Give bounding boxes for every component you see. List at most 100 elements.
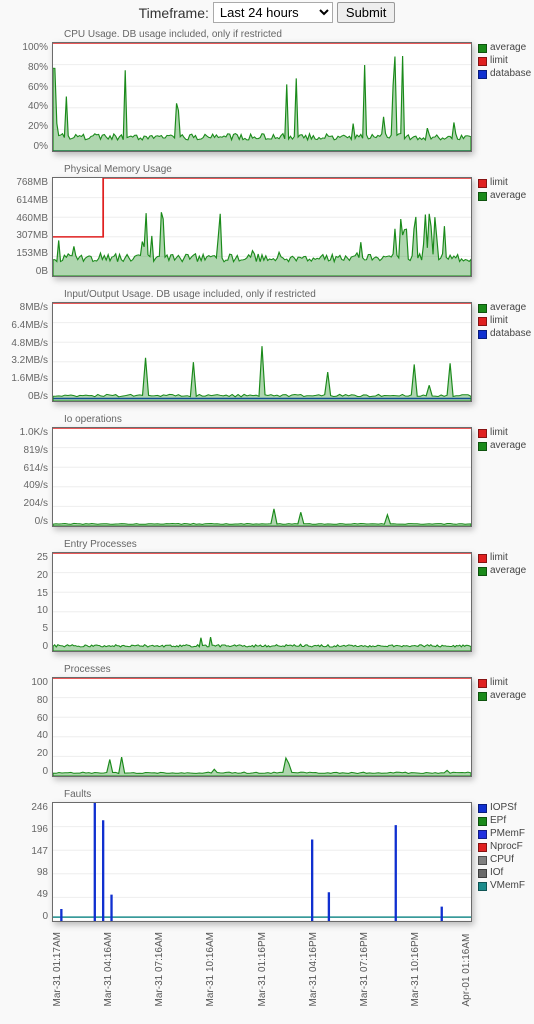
legend-item: average <box>478 302 530 314</box>
legend-item: average <box>478 690 530 702</box>
legend: limitaverage <box>472 427 530 527</box>
legend-label: average <box>490 690 526 702</box>
legend-item: IOPSf <box>478 802 530 814</box>
legend-item: database <box>478 328 530 340</box>
legend-label: average <box>490 440 526 452</box>
legend-label: limit <box>490 552 508 564</box>
legend-item: limit <box>478 552 530 564</box>
y-axis: 768MB614MB460MB307MB153MB0B <box>4 177 52 277</box>
y-tick: 6.4MB/s <box>11 320 48 331</box>
x-tick: Apr-01 01:16AM <box>461 932 472 1006</box>
y-tick: 307MB <box>16 230 48 241</box>
y-tick: 0 <box>42 911 48 922</box>
legend-item: PMemF <box>478 828 530 840</box>
y-tick: 153MB <box>16 248 48 259</box>
x-tick: Mar-31 10:16AM <box>205 932 216 1006</box>
legend-swatch <box>478 692 487 701</box>
chart-ep: Entry Processes2520151050limitaverage <box>4 537 530 652</box>
y-axis: 2520151050 <box>4 552 52 652</box>
legend: limitaverage <box>472 177 530 277</box>
legend-label: limit <box>490 677 508 689</box>
legend-swatch <box>478 567 487 576</box>
timeframe-toolbar: Timeframe: Last 24 hours Submit <box>0 0 534 27</box>
plot-area <box>52 42 472 152</box>
legend-label: IOPSf <box>490 802 517 814</box>
x-tick: Mar-31 01:17AM <box>52 932 63 1006</box>
y-tick: 8MB/s <box>20 302 48 313</box>
x-tick: Mar-31 04:16PM <box>308 932 319 1006</box>
y-tick: 0 <box>42 641 48 652</box>
chart-title: Processes <box>4 662 530 677</box>
chart-title: Input/Output Usage. DB usage included, o… <box>4 287 530 302</box>
legend-item: IOf <box>478 867 530 879</box>
y-tick: 25 <box>37 552 48 563</box>
y-tick: 0/s <box>35 516 48 527</box>
y-axis: 100806040200 <box>4 677 52 777</box>
y-tick: 49 <box>37 889 48 900</box>
y-tick: 1.6MB/s <box>11 373 48 384</box>
legend: limitaverage <box>472 552 530 652</box>
legend-label: CPUf <box>490 854 514 866</box>
chart-cpu: CPU Usage. DB usage included, only if re… <box>4 27 530 152</box>
legend-swatch <box>478 330 487 339</box>
legend-item: average <box>478 190 530 202</box>
legend-label: limit <box>490 315 508 327</box>
legend-label: limit <box>490 177 508 189</box>
y-tick: 0B/s <box>28 391 48 402</box>
y-axis: 1.0K/s819/s614/s409/s204/s0/s <box>4 427 52 527</box>
legend-swatch <box>478 304 487 313</box>
legend-label: average <box>490 565 526 577</box>
timeframe-select[interactable]: Last 24 hours <box>213 2 333 23</box>
plot-area <box>52 302 472 402</box>
y-tick: 60 <box>37 713 48 724</box>
legend-swatch <box>478 817 487 826</box>
legend-swatch <box>478 804 487 813</box>
y-tick: 20% <box>28 121 48 132</box>
legend-item: average <box>478 565 530 577</box>
y-tick: 204/s <box>24 498 48 509</box>
y-tick: 1.0K/s <box>20 427 48 438</box>
chart-iops: Io operations1.0K/s819/s614/s409/s204/s0… <box>4 412 530 527</box>
y-tick: 100% <box>22 42 48 53</box>
y-tick: 147 <box>31 846 48 857</box>
chart-pmem: Physical Memory Usage768MB614MB460MB307M… <box>4 162 530 277</box>
submit-button[interactable]: Submit <box>337 2 395 23</box>
y-tick: 40% <box>28 101 48 112</box>
y-tick: 3.2MB/s <box>11 355 48 366</box>
legend-label: limit <box>490 55 508 67</box>
legend-item: limit <box>478 315 530 327</box>
legend-label: IOf <box>490 867 503 879</box>
legend-swatch <box>478 70 487 79</box>
chart-title: CPU Usage. DB usage included, only if re… <box>4 27 530 42</box>
legend-item: limit <box>478 677 530 689</box>
legend-swatch <box>478 317 487 326</box>
x-tick: Mar-31 07:16PM <box>359 932 370 1006</box>
legend: averagelimitdatabase <box>472 302 530 402</box>
y-tick: 460MB <box>16 213 48 224</box>
legend-item: CPUf <box>478 854 530 866</box>
legend-label: average <box>490 190 526 202</box>
legend: IOPSfEPfPMemFNprocFCPUfIOfVMemF <box>472 802 530 922</box>
legend-swatch <box>478 843 487 852</box>
y-tick: 614MB <box>16 195 48 206</box>
chart-io: Input/Output Usage. DB usage included, o… <box>4 287 530 402</box>
y-tick: 5 <box>42 623 48 634</box>
y-tick: 0B <box>36 266 48 277</box>
charts-container: CPU Usage. DB usage included, only if re… <box>0 27 534 1010</box>
y-axis: 8MB/s 6.4MB/s 4.8MB/s 3.2MB/s 1.6MB/s 0B/s <box>4 302 52 402</box>
legend-swatch <box>478 869 487 878</box>
legend-item: limit <box>478 427 530 439</box>
chart-title: Physical Memory Usage <box>4 162 530 177</box>
plot-area <box>52 802 472 922</box>
plot-area <box>52 427 472 527</box>
plot-area <box>52 677 472 777</box>
x-tick: Mar-31 04:16AM <box>103 932 114 1006</box>
y-tick: 100 <box>31 677 48 688</box>
y-tick: 15 <box>37 588 48 599</box>
chart-proc: Processes100806040200 limitaverage <box>4 662 530 777</box>
y-tick: 409/s <box>24 480 48 491</box>
legend-item: EPf <box>478 815 530 827</box>
legend-label: average <box>490 42 526 54</box>
y-tick: 80% <box>28 62 48 73</box>
y-tick: 4.8MB/s <box>11 338 48 349</box>
